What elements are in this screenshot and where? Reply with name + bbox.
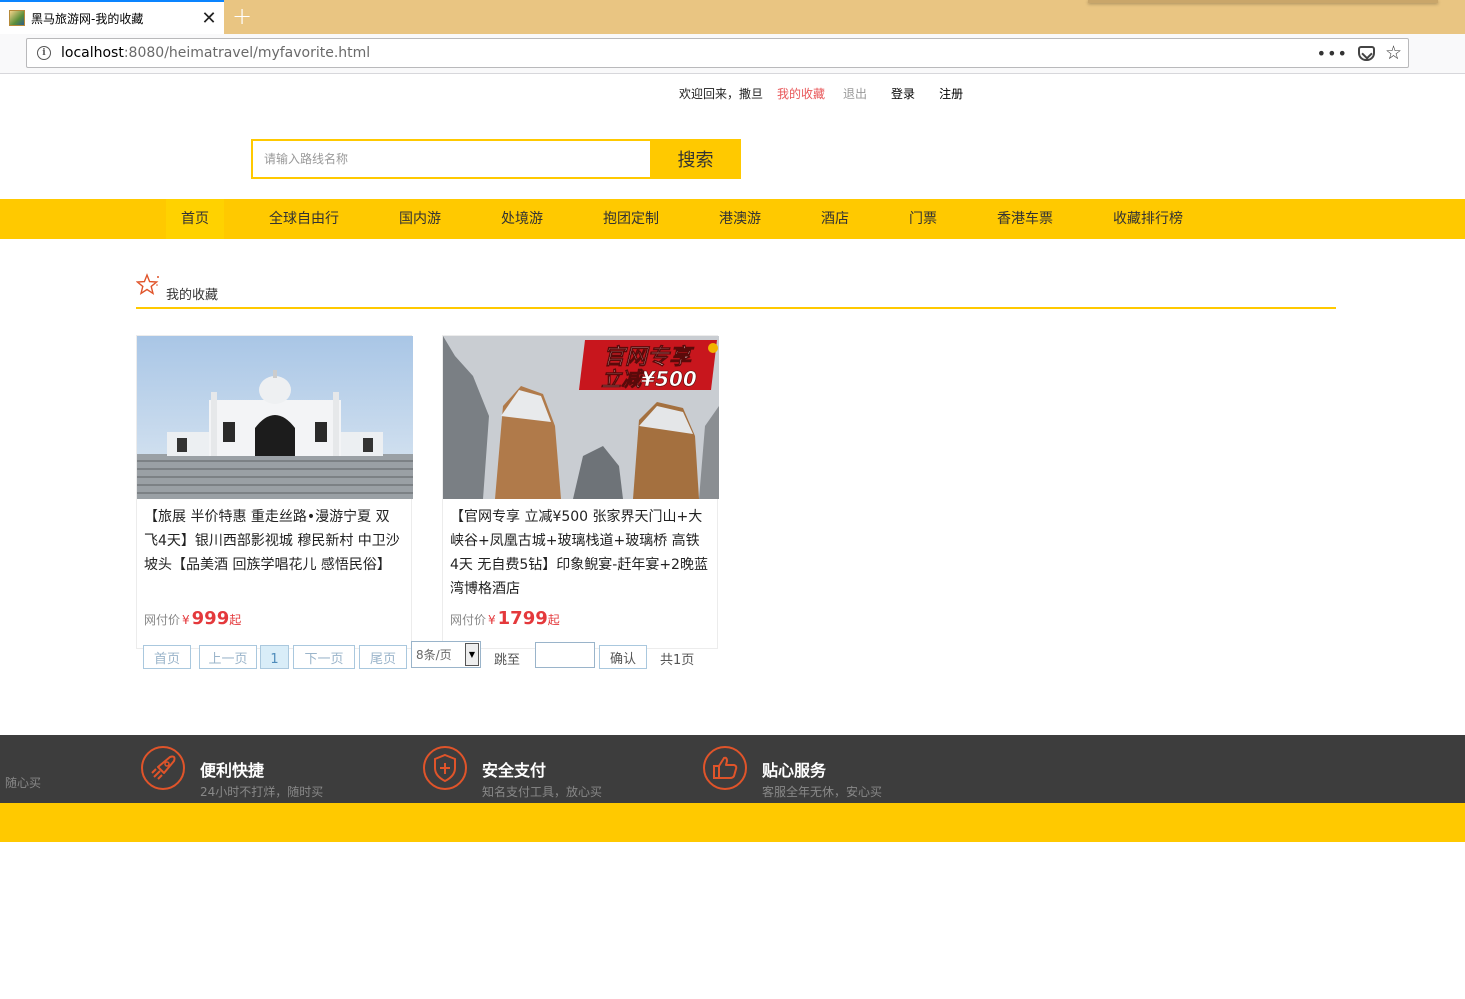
chevron-down-icon[interactable]: ▼ (465, 643, 479, 666)
nav-item-custom-group[interactable]: 抱团定制 (588, 199, 674, 239)
price-currency: ¥ (488, 613, 496, 627)
shield-icon (423, 746, 467, 790)
route-price: 网付价 ¥ 999 起 (144, 608, 241, 629)
price-suffix: 起 (547, 613, 560, 627)
search-button[interactable]: 搜索 (650, 139, 741, 179)
pocket-icon[interactable] (1357, 45, 1375, 61)
jump-page-input[interactable] (535, 642, 595, 668)
nav-item-home[interactable]: 首页 (166, 199, 224, 239)
url-text[interactable]: localhost:8080/heimatravel/myfavorite.ht… (61, 45, 370, 61)
nav-item-tickets[interactable]: 门票 (894, 199, 952, 239)
url-host: localhost (61, 45, 124, 61)
promo-badge: 官网专享 立减¥500 (579, 340, 718, 391)
prev-page-button[interactable]: 上一页 (199, 645, 257, 669)
nav-item-hk-bus[interactable]: 香港车票 (982, 199, 1068, 239)
feature-subtitle: 24小时不打烊，随时买 (200, 785, 324, 799)
price-suffix: 起 (229, 613, 242, 627)
first-page-button[interactable]: 首页 (143, 645, 191, 669)
favicon-icon (9, 10, 25, 26)
next-page-button[interactable]: 下一页 (293, 645, 355, 669)
price-label: 网付价 (144, 613, 181, 627)
favorites-title: 我的收藏 (166, 288, 219, 303)
feature-title: 安全支付 (482, 761, 547, 780)
promo-badge-line2: 立减¥500 (601, 367, 697, 391)
route-price: 网付价 ¥ 1799 起 (450, 608, 560, 629)
footer-yellow-bar (0, 803, 1465, 842)
last-page-button[interactable]: 尾页 (359, 645, 407, 669)
bookmark-star-icon[interactable]: ☆ (1385, 43, 1402, 63)
url-actions: ••• ☆ (1317, 39, 1402, 67)
page-size-value: 8条/页 (416, 648, 452, 662)
new-tab-button[interactable]: + (230, 3, 254, 29)
my-favorite-link[interactable]: 我的收藏 (777, 85, 825, 102)
current-page-button[interactable]: 1 (260, 645, 289, 669)
feature-title: 便利快捷 (200, 761, 265, 780)
price-value: 1799 (497, 608, 548, 629)
search-input[interactable] (251, 139, 650, 179)
rocket-icon (141, 746, 185, 790)
nav-item-favorite-rank[interactable]: 收藏排行榜 (1098, 199, 1198, 239)
info-icon[interactable]: i (37, 46, 51, 60)
search-bar: 搜索 (251, 139, 741, 179)
login-link[interactable]: 登录 (891, 85, 915, 102)
price-value: 999 (191, 608, 230, 629)
page-size-select[interactable]: 8条/页 ▼ (411, 641, 481, 668)
total-pages: 共1页 (660, 653, 695, 668)
close-tab-icon[interactable]: ✕ (198, 7, 220, 29)
footer-edge-text: 随心买 (5, 776, 42, 790)
nav-item-global-travel[interactable]: 全球自由行 (254, 199, 354, 239)
register-link[interactable]: 注册 (939, 85, 963, 102)
feature-subtitle: 客服全年无休，安心买 (762, 785, 883, 799)
browser-tab[interactable]: 黑马旅游网-我的收藏 ✕ (0, 0, 224, 34)
route-desc[interactable]: 【旅展 半价特惠 重走丝路•漫游宁夏 双飞4天】银川西部影视城 穆民新村 中卫沙… (144, 505, 402, 577)
star-outline-icon (136, 273, 159, 295)
thumbs-up-icon (703, 746, 747, 790)
nav-item-hotel[interactable]: 酒店 (806, 199, 864, 239)
user-topbar: 欢迎回来，撒旦 我的收藏 退出 登录 注册 (679, 84, 977, 102)
nav-item-outbound[interactable]: 处境游 (486, 199, 558, 239)
tab-strip-shadow (1088, 0, 1438, 3)
route-image[interactable] (137, 336, 413, 499)
price-label: 网付价 (450, 613, 487, 627)
nav-item-domestic[interactable]: 国内游 (384, 199, 456, 239)
welcome-text: 欢迎回来，撒旦 (679, 86, 764, 101)
feature-subtitle: 知名支付工具，放心买 (482, 785, 603, 799)
price-currency: ¥ (182, 613, 190, 627)
tab-title: 黑马旅游网-我的收藏 (31, 11, 144, 26)
main-nav: 首页 全球自由行 国内游 处境游 抱团定制 港澳游 酒店 门票 香港车票 收藏排… (0, 199, 1465, 239)
nav-item-hk-macau[interactable]: 港澳游 (704, 199, 776, 239)
jump-label: 跳至 (494, 653, 521, 668)
route-image[interactable]: 官网专享 立减¥500 (443, 336, 719, 499)
page-actions-icon[interactable]: ••• (1317, 44, 1348, 63)
confirm-jump-button[interactable]: 确认 (599, 645, 647, 669)
browser-nav-bar: i localhost:8080/heimatravel/myfavorite.… (0, 34, 1465, 74)
browser-tab-bar: 黑马旅游网-我的收藏 ✕ + (0, 0, 1465, 34)
feature-title: 贴心服务 (762, 761, 827, 780)
footer-features: 随心买 便利快捷 24小时不打烊，随时买 安全支付 知名支付工具，放心买 贴心服… (0, 735, 1465, 803)
url-path: :8080/heimatravel/myfavorite.html (123, 45, 371, 61)
url-bar[interactable]: i localhost:8080/heimatravel/myfavorite.… (26, 38, 1409, 68)
favorite-card[interactable]: 官网专享 立减¥500 【官网专享 立减¥500 张家界天门山+大峡谷+凤凰古城… (442, 335, 719, 649)
favorite-card[interactable]: 【旅展 半价特惠 重走丝路•漫游宁夏 双飞4天】银川西部影视城 穆民新村 中卫沙… (136, 335, 413, 649)
route-desc[interactable]: 【官网专享 立减¥500 张家界天门山+大峡谷+凤凰古城+玻璃栈道+玻璃桥 高铁… (450, 505, 708, 601)
logout-link[interactable]: 退出 (843, 85, 867, 102)
favorites-header: 我的收藏 (136, 273, 1336, 309)
